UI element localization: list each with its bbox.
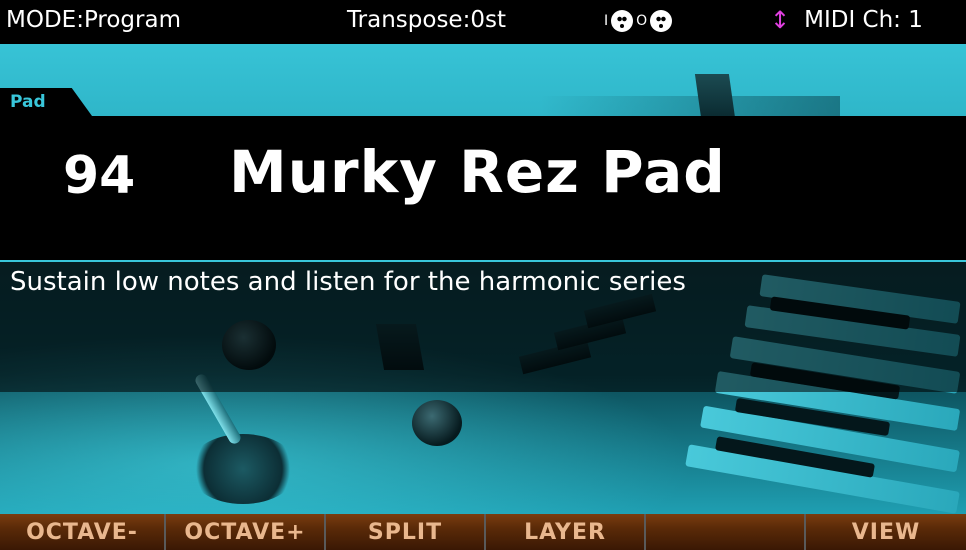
soft-button-label: VIEW <box>851 519 921 545</box>
program-name[interactable]: Murky Rez Pad <box>229 138 726 206</box>
midi-out-label: O <box>636 13 648 29</box>
knob-graphic <box>412 400 462 446</box>
soft-button-octave-down[interactable]: OCTAVE- <box>0 514 166 550</box>
soft-button-label: SPLIT <box>367 519 443 545</box>
midi-channel-label: MIDI Ch: 1 <box>804 7 923 33</box>
category-label: Pad <box>10 92 46 112</box>
soft-button-split[interactable]: SPLIT <box>326 514 486 550</box>
soft-button-layer[interactable]: LAYER <box>486 514 646 550</box>
soft-button-label: OCTAVE- <box>26 519 138 545</box>
midi-in-label: I <box>604 13 609 29</box>
soft-button-empty[interactable] <box>646 514 806 550</box>
program-panel: 94 Murky Rez Pad <box>0 116 966 260</box>
soft-button-octave-up[interactable]: OCTAVE+ <box>166 514 326 550</box>
soft-button-label: LAYER <box>524 519 606 545</box>
mode-indicator: MODE:Program <box>6 7 181 33</box>
joystick-base-graphic <box>188 434 298 504</box>
soft-button-view[interactable]: VIEW <box>806 514 966 550</box>
slider-knob-graphic <box>694 74 736 118</box>
soft-button-label: OCTAVE+ <box>184 519 306 545</box>
soft-button-bar: OCTAVE- OCTAVE+ SPLIT LAYER VIEW <box>0 514 966 550</box>
midi-activity-indicator: I O <box>604 10 673 32</box>
transpose-indicator: Transpose:0st <box>347 7 506 33</box>
program-mode-screen: MODE:Program Transpose:0st I O ↕ MIDI Ch… <box>0 0 966 550</box>
midi-out-port-icon <box>650 10 673 32</box>
slider-graphic <box>540 96 840 116</box>
midi-in-port-icon <box>611 10 634 32</box>
up-down-arrow-icon: ↕ <box>770 6 791 34</box>
program-number[interactable]: 94 <box>63 146 135 206</box>
program-description: Sustain low notes and listen for the har… <box>10 267 686 297</box>
midi-channel-indicator: ↕ MIDI Ch: 1 <box>770 7 923 33</box>
status-bar: MODE:Program Transpose:0st I O ↕ MIDI Ch… <box>0 0 966 44</box>
